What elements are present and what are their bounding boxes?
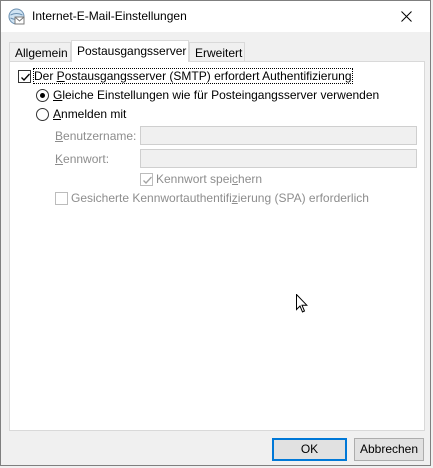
cancel-button[interactable]: Abbrechen xyxy=(354,438,424,461)
username-input[interactable] xyxy=(140,126,417,145)
tab-panel: Der Postausgangsserver (SMTP) erfordert … xyxy=(9,61,425,431)
login-with-radio[interactable] xyxy=(36,108,49,121)
spa-checkbox[interactable] xyxy=(55,192,68,205)
smtp-auth-label: Der Postausgangsserver (SMTP) erfordert … xyxy=(33,68,353,84)
checkmark-icon xyxy=(143,176,152,184)
outlook-mail-icon xyxy=(8,8,25,25)
tab-label: Allgemein xyxy=(15,46,68,60)
save-password-label: Kennwort speichern xyxy=(156,172,263,186)
checkmark-icon xyxy=(21,73,30,81)
window-title: Internet-E-Mail-Einstellungen xyxy=(32,9,187,23)
username-label: Benutzername: xyxy=(55,129,137,143)
dialog-window: Internet-E-Mail-Einstellungen Allgemein … xyxy=(0,0,431,466)
login-with-label: Anmelden mit xyxy=(53,107,127,121)
ok-button[interactable]: OK xyxy=(272,438,347,461)
tab-label: Postausgangsserver xyxy=(77,44,187,58)
tab-allgemein[interactable]: Allgemein xyxy=(9,42,71,61)
spa-label: Gesicherte Kennwortauthentifizierung (SP… xyxy=(71,191,369,205)
same-settings-label: Gleiche Einstellungen wie für Posteingan… xyxy=(53,88,380,102)
password-input[interactable] xyxy=(140,149,417,168)
tab-postausgangsserver[interactable]: Postausgangsserver xyxy=(71,40,189,62)
mouse-cursor-icon xyxy=(296,293,308,317)
smtp-auth-checkbox[interactable] xyxy=(18,70,31,83)
password-label: Kennwort: xyxy=(55,152,110,166)
tab-label: Erweitert xyxy=(195,46,243,60)
close-button[interactable] xyxy=(384,1,430,32)
radio-selected-dot xyxy=(40,93,45,98)
same-settings-radio[interactable] xyxy=(36,89,49,102)
title-bar: Internet-E-Mail-Einstellungen xyxy=(1,1,430,32)
tab-erweitert[interactable]: Erweitert xyxy=(189,42,245,61)
close-icon xyxy=(401,11,412,22)
save-password-checkbox[interactable] xyxy=(140,173,153,186)
